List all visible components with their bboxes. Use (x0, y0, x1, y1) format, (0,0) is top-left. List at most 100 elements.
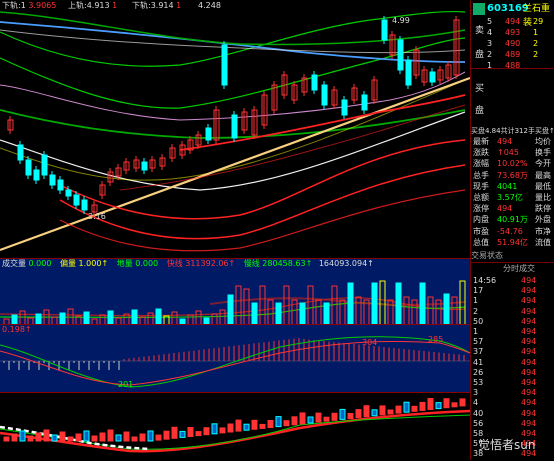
bottom-candle (243, 423, 250, 431)
stat-label2: 市净 (535, 226, 551, 236)
candlestick-chart (0, 10, 470, 252)
indicator-label-1: 下轨:1 3.9065 (2, 1, 57, 10)
volume-bar (331, 285, 338, 325)
stat-label2: 均价 (535, 137, 551, 146)
bottom-candle (51, 434, 58, 442)
volume-bar (19, 310, 26, 325)
volume-bar (227, 294, 234, 325)
bottom-candle (339, 408, 346, 420)
bottom-candle (203, 427, 210, 436)
bottom-candle (283, 420, 290, 427)
bottom-candle (435, 402, 442, 410)
bottom-candle (131, 436, 138, 442)
bottom-candle (99, 432, 106, 442)
stat-label: 市盈 (473, 226, 489, 236)
volume-bar (155, 308, 162, 325)
volume-bar (307, 285, 314, 325)
bottom-candle (379, 405, 386, 416)
order-book-row: 1 488 (471, 60, 554, 72)
indicator-label-4: 4.248 (198, 1, 221, 10)
bottom-candle (395, 405, 402, 414)
bottom-candle (299, 412, 306, 425)
bottom-candle (227, 423, 234, 433)
bottom-candle (35, 432, 42, 442)
stat-row: 最新 494 均价 (471, 136, 554, 148)
candle-body (397, 39, 404, 71)
macd-annotation-2: 304 (362, 338, 378, 347)
stat-label2: 最低 (535, 181, 551, 191)
volume-bar (411, 299, 418, 325)
bottom-candle (411, 405, 418, 412)
stat-value: 4041 (497, 181, 518, 191)
stat-label: 最新 (473, 137, 489, 146)
bottom-candle (75, 433, 82, 442)
stat-value: 3.57亿 (497, 193, 523, 202)
candle-body (81, 199, 88, 211)
bottom-candle (251, 419, 258, 430)
bottom-candle (235, 419, 242, 432)
candle-body (73, 194, 80, 206)
bottom-candle (259, 423, 266, 429)
bottom-candle (315, 412, 322, 423)
bottom-candle (419, 401, 426, 411)
high-price-label: 4.99 (392, 16, 410, 25)
bottom-candle (451, 402, 458, 408)
volume-panel[interactable]: 成交量 0.000 偏量 1.000↑ 地量 0.000 快线 311392.0… (0, 258, 470, 325)
trade-status-label: 交易状态 (471, 251, 503, 260)
volume-bar (267, 299, 274, 325)
stat-row: 涨幅 10.02% 今开 (471, 158, 554, 170)
bottom-candle (355, 409, 362, 419)
candle-body (221, 44, 228, 86)
bottom-candle (3, 436, 10, 442)
stat-row: 现手 4041 最低 (471, 181, 554, 193)
watermark-text: 觉悟者sun (478, 438, 536, 452)
volume-bar (347, 282, 354, 325)
candle-body (381, 19, 388, 41)
bottom-candle (275, 416, 282, 428)
stat-row: 总值 51.94亿 流值 (471, 237, 554, 249)
bottom-candle (139, 433, 146, 442)
volume-bar (451, 296, 458, 325)
volume-bar (235, 285, 242, 325)
bottom-candle (427, 398, 434, 410)
volume-bar (427, 296, 434, 325)
order-level: 1 (487, 61, 493, 70)
bottom-candle (91, 435, 98, 442)
bottom-candle (219, 427, 226, 434)
bottom-candle (163, 430, 170, 440)
candle-body (341, 99, 348, 116)
stat-label2: 流值 (535, 237, 551, 247)
bottom-candle (59, 431, 66, 442)
macd-panel[interactable]: 0.198↑ 201 304 285 (0, 324, 470, 393)
volume-bar (371, 282, 378, 325)
main-chart[interactable]: 下轨:1 3.9065 上轨:4.913 1 下轨:3.914 1 4.248 … (0, 0, 470, 258)
volume-bar (355, 296, 362, 325)
bottom-candle (443, 398, 450, 409)
bottom-candles (0, 398, 470, 453)
bottom-candle (195, 431, 202, 437)
stat-value: 73.68万 (497, 170, 528, 180)
stat-value: 10.02% (497, 159, 528, 169)
volume-bar (251, 302, 258, 325)
bottom-candle (187, 427, 194, 437)
stat-value: 494 (497, 137, 513, 146)
stat-label: 总值 (473, 237, 489, 247)
stat-row: 涨停 494 跌停 (471, 203, 554, 215)
bottom-candle (459, 398, 466, 407)
bottom-candle (179, 430, 186, 438)
stat-value: -54.76 (497, 226, 523, 236)
candle-body (429, 71, 436, 83)
candle-body (311, 74, 318, 91)
volume-bar (395, 282, 402, 325)
bottom-subchart[interactable] (0, 392, 470, 461)
bottom-candle (363, 405, 370, 418)
stat-label2: 最高 (535, 170, 551, 180)
volume-bar (323, 302, 330, 325)
stat-label2: 外盘 (535, 215, 551, 225)
bottom-candle (347, 413, 354, 419)
bottom-candle (27, 435, 34, 442)
bottom-candle (115, 434, 122, 442)
stat-value: 494 (497, 204, 513, 214)
volume-bar (275, 302, 282, 325)
stat-label2: 换手 (535, 148, 551, 158)
